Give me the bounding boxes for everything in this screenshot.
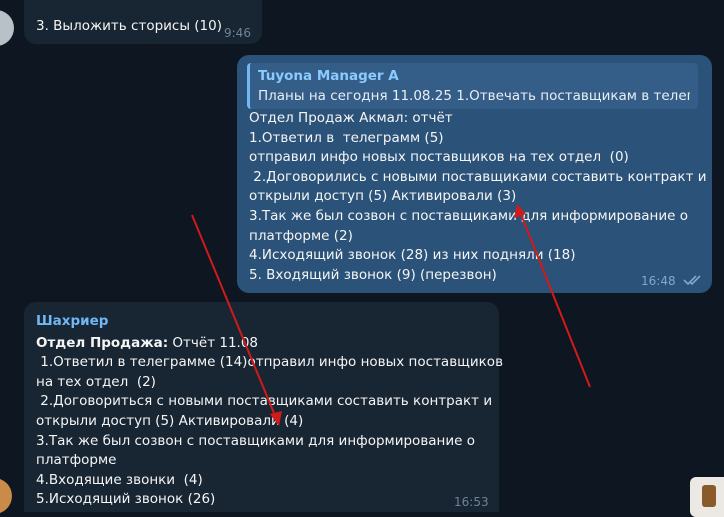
- message-line: платформе (2): [249, 227, 353, 244]
- sticker-icon: [702, 485, 716, 507]
- message-line: платформе: [36, 452, 117, 469]
- message-line: 2.Договориться с новыми поставщиками сос…: [36, 393, 493, 410]
- message-line: 2.Договорились с новыми поставщиками сос…: [249, 168, 707, 185]
- avatar[interactable]: [0, 10, 14, 46]
- message-line: Отдел Продаж Акмал: отчёт: [249, 110, 453, 126]
- reply-quote[interactable]: Tuyona Manager A Планы на сегодня 11.08.…: [247, 63, 698, 109]
- message-line: отправил инфо новых поставщиков на тех о…: [249, 149, 629, 166]
- sender-name[interactable]: Шахриер: [36, 312, 503, 332]
- quote-text: Планы на сегодня 11.08.25 1.Отвечать пос…: [258, 88, 690, 104]
- message-bubble-incoming[interactable]: Шахриер Отдел Продажа: Отчёт 11.08 1.Отв…: [24, 302, 503, 512]
- message-line: 1.Ответил в телеграмм (5): [249, 129, 444, 146]
- message-line: открыли доступ (5) Активировали (4): [36, 412, 304, 429]
- message-line: 4.Исходящий звонок (28) из них подняли (…: [249, 247, 576, 264]
- sticker-thumbnail[interactable]: [690, 477, 724, 517]
- message-heading: Отдел Продажа: Отчёт 11.08: [36, 334, 503, 354]
- message-line: 4.Входящие звонки (4): [36, 471, 203, 488]
- message-content: Шахриер Отдел Продажа: Отчёт 11.08 1.Отв…: [36, 312, 503, 510]
- message-line: 1.Ответил в телеграмме (14)отправил инфо…: [36, 354, 504, 371]
- message-line: открыли доступ (5) Активировали (3): [249, 188, 517, 205]
- heading-rest: Отчёт 11.08: [168, 334, 259, 351]
- message-text: Отдел Продаж Акмал: отчёт 1.Ответил в те…: [249, 109, 707, 285]
- heading-bold: Отдел Продажа:: [36, 334, 169, 351]
- avatar[interactable]: [0, 478, 12, 514]
- message-time: 16:53: [454, 495, 489, 509]
- message-line: 3.Так же был созвон с поставщиками для и…: [36, 432, 476, 449]
- message-line: 3.Так же был созвон с поставщиками для и…: [249, 207, 689, 224]
- message-time: 9:46: [224, 26, 251, 40]
- quote-author: Tuyona Manager A: [258, 68, 399, 84]
- double-check-icon: [683, 273, 703, 293]
- message-bubble-incoming[interactable]: 3. Выложить сторисы (10) 9:46: [24, 0, 262, 44]
- message-bubble-outgoing[interactable]: Tuyona Manager A Планы на сегодня 11.08.…: [237, 55, 712, 293]
- message-line: 5.Исходящий звонок (26): [36, 491, 216, 508]
- message-line: 5. Входящий звонок (9) (перезвон): [249, 266, 497, 283]
- message-line: на тех отдел (2): [36, 373, 156, 390]
- message-text: 3. Выложить сторисы (10): [36, 18, 223, 34]
- message-time: 16:48: [641, 274, 676, 288]
